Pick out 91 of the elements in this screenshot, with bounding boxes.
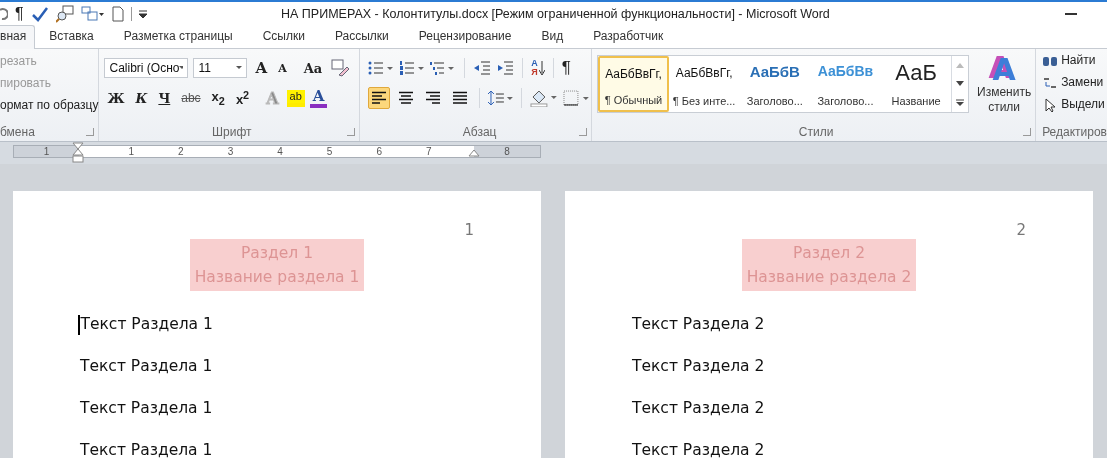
ruler-number: 4 bbox=[276, 146, 284, 157]
numbering-icon[interactable] bbox=[399, 60, 426, 76]
ruler-number: 7 bbox=[424, 146, 433, 157]
clear-formatting-icon[interactable] bbox=[330, 59, 351, 77]
multilevel-list-icon[interactable] bbox=[430, 60, 457, 76]
font-button[interactable]: A bbox=[275, 61, 290, 75]
editing-command[interactable]: Выдели bbox=[1042, 96, 1107, 113]
body-text: Текст Раздела 2 bbox=[632, 440, 765, 458]
shading-icon[interactable] bbox=[530, 89, 559, 107]
align-left-button[interactable] bbox=[368, 87, 390, 109]
bullets-icon[interactable] bbox=[368, 60, 395, 76]
body-text: Текст Раздела 1 bbox=[80, 440, 213, 458]
layout-icon[interactable] bbox=[80, 5, 105, 22]
font-button[interactable]: abc bbox=[178, 91, 204, 105]
body-text: Текст Раздела 2 bbox=[632, 314, 765, 335]
formatting-marks-button[interactable]: ¶ bbox=[561, 58, 571, 78]
new-document-icon[interactable] bbox=[111, 5, 124, 22]
ribbon-tab[interactable]: вная bbox=[0, 25, 36, 49]
body-text: Текст Раздела 2 bbox=[632, 398, 765, 419]
replace-icon[interactable] bbox=[1042, 75, 1059, 90]
ribbon-tab[interactable]: Вид bbox=[527, 26, 580, 48]
font-button[interactable]: Ж bbox=[104, 90, 128, 106]
style-preset[interactable]: АаБбВ Заголово... bbox=[739, 56, 811, 112]
more-styles-icon[interactable] bbox=[956, 98, 965, 106]
group-label: Редактиров bbox=[1042, 125, 1107, 139]
ribbon-tab[interactable]: Рассылки bbox=[320, 26, 405, 48]
caret-icon[interactable] bbox=[179, 66, 184, 70]
ruler-number: 6 bbox=[375, 146, 383, 157]
font-size-field[interactable]: 11 bbox=[193, 58, 248, 78]
editing-command[interactable]: Найти bbox=[1042, 52, 1107, 69]
right-indent-marker-icon[interactable] bbox=[468, 149, 480, 157]
group-label: Шрифт bbox=[212, 125, 252, 139]
font-name-field[interactable]: Calibri (Осно bbox=[104, 58, 189, 78]
group-label: Стили bbox=[798, 125, 834, 139]
style-preset[interactable]: АаБ Название bbox=[880, 56, 952, 112]
zoom-icon[interactable] bbox=[55, 4, 74, 23]
editing-command[interactable]: Замени bbox=[1042, 74, 1107, 91]
style-preset[interactable]: АаБбВвГг, ¶ Без инте... bbox=[668, 56, 740, 112]
caret-icon[interactable] bbox=[236, 66, 243, 70]
ribbon-tab[interactable]: Разработчик bbox=[579, 26, 680, 48]
ruler-number: 1 bbox=[43, 146, 50, 157]
header-text: Раздел 2 bbox=[792, 243, 865, 264]
indent-marker-icon[interactable] bbox=[72, 142, 84, 164]
ribbon-tab[interactable]: Разметка страницы bbox=[109, 26, 249, 48]
down-arrow-icon bbox=[538, 60, 545, 76]
body-text: Текст Раздела 1 bbox=[80, 356, 213, 377]
font-button[interactable]: К bbox=[132, 90, 151, 106]
spellcheck-icon[interactable] bbox=[30, 5, 49, 22]
change-styles-button[interactable]: A Изменить стили bbox=[973, 55, 1036, 115]
font-button[interactable]: x$^{2}$ bbox=[232, 88, 253, 108]
undo-icon[interactable] bbox=[0, 6, 8, 21]
dialog-launcher-icon[interactable] bbox=[1023, 128, 1032, 136]
ribbon-tab[interactable]: Вставка bbox=[35, 26, 110, 48]
dialog-launcher-icon[interactable] bbox=[347, 128, 356, 136]
font-button[interactable]: x$_{2}$ bbox=[208, 89, 228, 107]
font-button[interactable]: A bbox=[309, 88, 328, 108]
formatting-marks-button[interactable]: ¶ bbox=[15, 4, 24, 23]
body-text: Текст Раздела 2 bbox=[632, 356, 765, 377]
decrease-indent-icon[interactable] bbox=[473, 60, 492, 76]
ruler-number: 2 bbox=[177, 146, 185, 157]
group-label: Абзац bbox=[462, 125, 497, 139]
group-label: бмена bbox=[0, 125, 35, 139]
scroll-down-icon[interactable] bbox=[956, 80, 965, 86]
increase-indent-icon[interactable] bbox=[496, 60, 515, 76]
horizontal-ruler[interactable]: 1 1 2 3 4 5 6 7 8 bbox=[13, 145, 541, 158]
style-preset[interactable]: АаБбВвГг, ¶ Обычный bbox=[598, 56, 669, 112]
style-preset[interactable]: АаБбВв Заголово... bbox=[810, 56, 881, 112]
header-text: Раздел 1 bbox=[240, 243, 313, 264]
window-title: НА ПРИМЕРАХ - Колонтитулы.docx [Режим ограниченной функциональности] - Microsoft Word bbox=[281, 6, 830, 21]
line-spacing-icon[interactable] bbox=[487, 90, 514, 106]
page-number: 1 bbox=[464, 221, 474, 239]
ribbon-tab[interactable]: Рецензирование bbox=[404, 26, 528, 48]
clipboard-command[interactable]: ормат по образцу bbox=[0, 96, 99, 114]
customize-caret-icon[interactable] bbox=[138, 8, 147, 19]
font-button[interactable]: Ч bbox=[155, 90, 174, 106]
header-text: Название раздела 1 bbox=[194, 267, 360, 288]
header-text: Название раздела 2 bbox=[746, 267, 912, 288]
page-number: 2 bbox=[1016, 221, 1026, 239]
body-text: Текст Раздела 1 bbox=[80, 398, 213, 419]
body-text: Текст Раздела 1 bbox=[80, 314, 213, 335]
font-button[interactable]: ab bbox=[286, 89, 305, 107]
font-button[interactable]: A bbox=[252, 59, 271, 77]
minimize-button[interactable] bbox=[1065, 12, 1077, 15]
ruler-number: 8 bbox=[504, 146, 510, 157]
dialog-launcher-icon[interactable] bbox=[579, 128, 588, 136]
ruler-number: 5 bbox=[325, 146, 334, 157]
ruler-number: 3 bbox=[226, 146, 235, 157]
sort-button[interactable]: А Я bbox=[531, 59, 545, 77]
font-button[interactable]: Aa bbox=[300, 60, 326, 76]
ruler-number: 1 bbox=[127, 146, 136, 157]
ribbon-tab[interactable]: Ссылки bbox=[248, 26, 321, 48]
